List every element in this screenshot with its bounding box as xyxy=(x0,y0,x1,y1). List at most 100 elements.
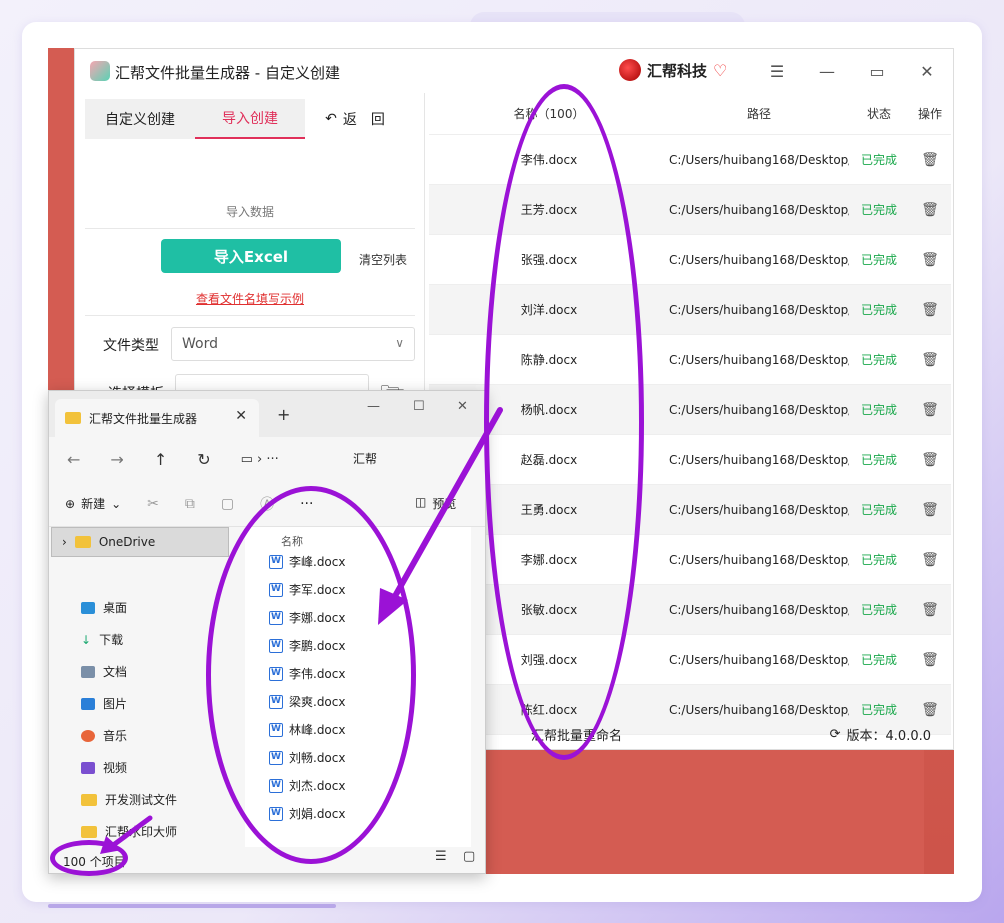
cell-path: C:/Users/huibang168/Desktop/ xyxy=(669,202,849,217)
cell-status: 已完成 xyxy=(860,453,897,467)
delete-icon[interactable]: 🗑 xyxy=(909,602,951,618)
refresh-icon[interactable]: ⟳ xyxy=(830,727,841,742)
up-arrow-icon[interactable]: ↑ xyxy=(154,450,167,469)
new-label: 新建 xyxy=(81,497,106,511)
delete-icon[interactable]: 🗑 xyxy=(909,152,951,168)
nav-label: 视频 xyxy=(103,761,128,775)
window-title: 汇帮文件批量生成器 - 自定义创建 xyxy=(115,64,340,82)
delete-icon[interactable]: 🗑 xyxy=(909,452,951,468)
folder-icon xyxy=(74,536,91,548)
picture-icon xyxy=(81,697,95,710)
close-tab-icon[interactable]: ✕ xyxy=(235,408,247,424)
cell-path: C:/Users/huibang168/Desktop/ xyxy=(669,252,849,267)
cell-status: 已完成 xyxy=(860,353,897,367)
cell-status: 已完成 xyxy=(860,203,897,217)
new-tab-icon[interactable]: + xyxy=(277,405,290,424)
chevron-down-icon: ⌄ xyxy=(111,496,122,511)
nav-item-videos[interactable]: 视频 xyxy=(81,759,127,776)
delete-icon[interactable]: 🗑 xyxy=(909,652,951,668)
copy-icon[interactable]: ⧉ xyxy=(185,496,195,512)
cell-path: C:/Users/huibang168/Desktop/ xyxy=(669,352,849,367)
decorative-bar xyxy=(48,904,336,908)
nav-item-music[interactable]: 音乐 xyxy=(81,727,127,744)
nav-item-desktop[interactable]: 桌面 xyxy=(81,599,127,616)
minimize-button[interactable]: — xyxy=(813,59,841,83)
title-bar: 汇帮文件批量生成器 - 自定义创建 汇帮科技 ♡ ☰ — ▭ ✕ xyxy=(75,49,955,93)
cut-icon[interactable]: ✂ xyxy=(147,496,159,512)
onedrive-label: OneDrive xyxy=(98,535,156,549)
nav-label: 音乐 xyxy=(103,729,128,743)
tab-import-create[interactable]: 导入创建 xyxy=(195,99,305,139)
back-arrow-icon[interactable]: ← xyxy=(67,450,80,469)
app-logo-icon xyxy=(90,61,110,81)
clear-list-button[interactable]: 清空列表 xyxy=(359,251,407,268)
col-status: 状态 xyxy=(866,107,891,121)
cell-status: 已完成 xyxy=(860,253,897,267)
chevron-right-icon: › xyxy=(62,535,67,549)
file-type-label: 文件类型 xyxy=(103,338,159,354)
delete-icon[interactable]: 🗑 xyxy=(909,302,951,318)
heart-icon[interactable]: ♡ xyxy=(713,61,727,80)
tab-custom-create[interactable]: 自定义创建 xyxy=(85,99,195,139)
cell-status: 已完成 xyxy=(860,403,897,417)
close-button[interactable]: ✕ xyxy=(913,59,941,83)
col-action: 操作 xyxy=(917,107,942,121)
desktop-icon xyxy=(81,601,95,614)
delete-icon[interactable]: 🗑 xyxy=(909,252,951,268)
divider xyxy=(85,315,415,316)
nav-label: 文档 xyxy=(103,665,128,679)
cell-path: C:/Users/huibang168/Desktop/ xyxy=(669,152,849,167)
plus-circle-icon: ⊕ xyxy=(65,496,76,511)
divider xyxy=(85,228,415,229)
cell-path: C:/Users/huibang168/Desktop/ xyxy=(669,652,849,667)
new-button[interactable]: ⊕ 新建 ⌄ xyxy=(65,495,121,512)
computer-icon[interactable]: ▭ › ··· xyxy=(241,452,279,467)
undo-icon: ↶ xyxy=(325,111,337,127)
nav-label: 下载 xyxy=(99,633,124,647)
nav-item-test-folder[interactable]: 开发测试文件 xyxy=(81,791,177,808)
delete-icon[interactable]: 🗑 xyxy=(909,702,951,718)
nav-item-onedrive[interactable]: › OneDrive xyxy=(51,527,229,557)
music-icon xyxy=(81,729,95,742)
explorer-tab-title: 汇帮文件批量生成器 xyxy=(89,411,198,426)
details-view-icon[interactable]: ☰ xyxy=(435,849,447,864)
back-label: 返 回 xyxy=(342,112,385,128)
brand-name: 汇帮科技 xyxy=(647,61,708,80)
delete-icon[interactable]: 🗑 xyxy=(909,402,951,418)
table-row: 李伟.docx C:/Users/huibang168/Desktop/已完成 🗑 xyxy=(429,135,951,185)
paste-icon[interactable]: ▢ xyxy=(221,496,234,512)
maximize-button[interactable]: ▭ xyxy=(863,59,891,83)
delete-icon[interactable]: 🗑 xyxy=(909,552,951,568)
version-info: ⟳ 版本：4.0.0.0 xyxy=(830,725,931,744)
section-label: 导入数据 xyxy=(225,205,274,219)
folder-icon xyxy=(65,412,81,424)
back-button[interactable]: ↶ 返 回 xyxy=(305,99,405,139)
forward-arrow-icon[interactable]: → xyxy=(110,450,123,469)
nav-label: 开发测试文件 xyxy=(105,793,178,807)
delete-icon[interactable]: 🗑 xyxy=(909,502,951,518)
delete-icon[interactable]: 🗑 xyxy=(909,352,951,368)
cell-status: 已完成 xyxy=(860,553,897,567)
cell-path: C:/Users/huibang168/Desktop/ xyxy=(669,502,849,517)
chevron-down-icon: ∨ xyxy=(395,336,404,350)
nav-item-pictures[interactable]: 图片 xyxy=(81,695,127,712)
tiles-view-icon[interactable]: ▢ xyxy=(463,849,475,864)
nav-item-documents[interactable]: 文档 xyxy=(81,663,127,680)
nav-label: 桌面 xyxy=(103,601,128,615)
video-icon xyxy=(81,761,95,774)
import-excel-button[interactable]: 导入Excel xyxy=(161,239,341,273)
col-path: 路径 xyxy=(746,107,771,121)
nav-item-downloads[interactable]: ↓ 下载 xyxy=(81,631,123,648)
refresh-icon[interactable]: ↻ xyxy=(197,450,210,469)
cell-path: C:/Users/huibang168/Desktop/ xyxy=(669,402,849,417)
cell-status: 已完成 xyxy=(860,503,897,517)
nav-label: 图片 xyxy=(103,697,128,711)
delete-icon[interactable]: 🗑 xyxy=(909,202,951,218)
file-type-select[interactable]: Word ∨ xyxy=(171,327,415,361)
cell-path: C:/Users/huibang168/Desktop/ xyxy=(669,602,849,617)
example-link[interactable]: 查看文件名填写示例 xyxy=(75,290,425,307)
download-icon: ↓ xyxy=(81,632,92,647)
brand: 汇帮科技 ♡ xyxy=(619,59,727,81)
explorer-tab[interactable]: 汇帮文件批量生成器 ✕ xyxy=(55,399,259,437)
menu-icon[interactable]: ☰ xyxy=(763,59,791,83)
